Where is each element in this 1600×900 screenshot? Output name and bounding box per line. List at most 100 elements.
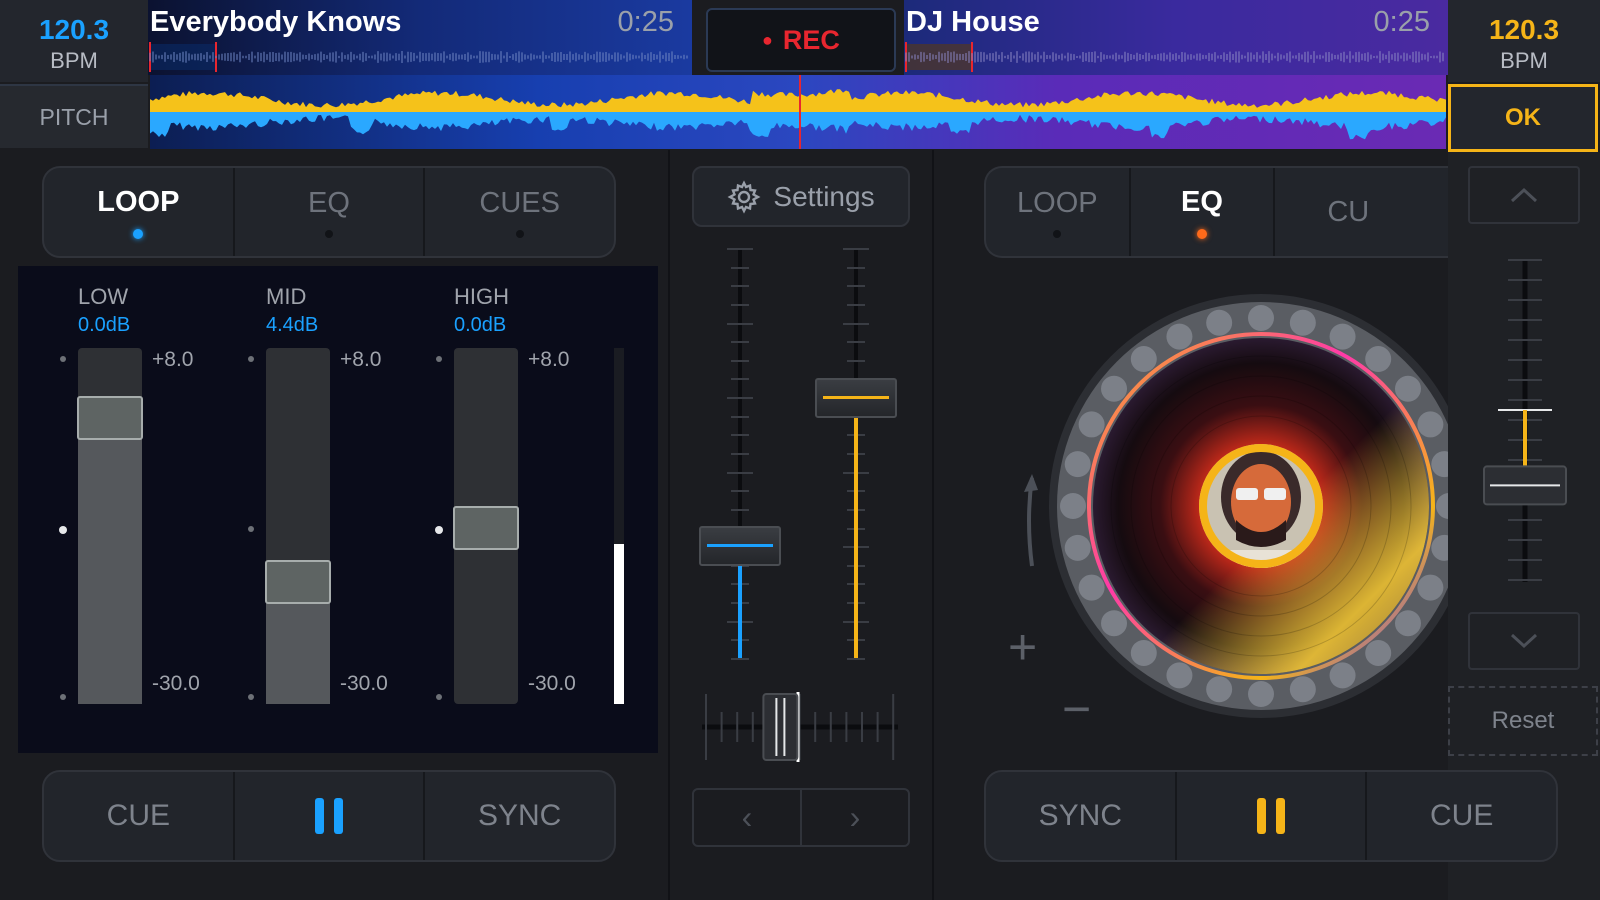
- fader-tick: [731, 303, 749, 306]
- left-tab-cues[interactable]: CUES: [425, 168, 614, 256]
- eq-high-value: 0.0dB: [454, 314, 507, 336]
- right-track-title: DJ House: [906, 6, 1040, 38]
- left-mini-waveform[interactable]: [148, 40, 692, 74]
- pitch-button[interactable]: PITCH: [0, 84, 148, 148]
- level-meter: [614, 348, 624, 704]
- left-play-pause-button[interactable]: [235, 772, 426, 860]
- right-transport: SYNC CUE: [984, 770, 1558, 862]
- left-bpm-label: BPM: [50, 48, 98, 73]
- eq-low-max: +8.0: [152, 348, 194, 371]
- fader-tick: [731, 359, 749, 362]
- reset-button[interactable]: Reset: [1448, 686, 1598, 756]
- settings-button[interactable]: Settings: [692, 166, 910, 227]
- eq-low: LOW 0.0dB +8.0 -30.0: [38, 266, 208, 753]
- left-fader-cap[interactable]: [699, 525, 781, 566]
- pause-icon: [315, 798, 343, 834]
- fader-tick: [731, 490, 749, 493]
- fader-cap-line: [823, 395, 889, 399]
- fader-tick: [731, 434, 749, 437]
- mixer-prev-button[interactable]: ‹: [694, 790, 802, 845]
- right-play-pause-button[interactable]: [1177, 772, 1368, 860]
- fader-tick: [847, 359, 865, 362]
- left-tab-loop[interactable]: LOOP: [44, 168, 235, 256]
- eq-low-min: -30.0: [152, 672, 200, 695]
- record-button[interactable]: ● REC: [706, 8, 896, 72]
- left-cue-label: CUE: [106, 799, 170, 832]
- right-tab-eq-label: EQ: [1181, 185, 1223, 218]
- right-fader-cap[interactable]: [815, 377, 897, 418]
- eq-mid-value: 4.4dB: [266, 314, 319, 336]
- left-tab-cues-label: CUES: [479, 186, 560, 219]
- left-deck-header: Everybody Knows 0:25: [148, 0, 692, 75]
- mixer-divider-left: [668, 150, 670, 900]
- left-track-time: 0:25: [617, 6, 674, 38]
- ok-button[interactable]: OK: [1448, 84, 1598, 152]
- left-tab-eq-label: EQ: [308, 186, 350, 219]
- record-label: REC: [782, 24, 840, 55]
- fader-tick: [727, 322, 753, 325]
- eq-mid-slider[interactable]: [265, 348, 331, 704]
- eq-high-label: HIGH: [454, 284, 509, 309]
- fader-tick: [847, 341, 865, 344]
- active-indicator-dot: [1197, 228, 1207, 239]
- left-bpm-value: 120.3: [38, 14, 110, 45]
- eq-high-slider[interactable]: [453, 348, 519, 704]
- indicator-dot: [325, 229, 333, 238]
- fader-tick: [727, 471, 753, 474]
- left-tab-eq[interactable]: EQ: [235, 168, 426, 256]
- turntable-platter[interactable]: [1040, 292, 1448, 724]
- pitch-bend-minus-button[interactable]: −: [1062, 684, 1091, 734]
- left-sync-label: SYNC: [478, 799, 562, 832]
- right-tab-eq[interactable]: EQ: [1131, 168, 1276, 256]
- pitch-down-button[interactable]: [1468, 612, 1580, 670]
- fader-tick: [843, 322, 869, 325]
- crossfader[interactable]: [700, 690, 900, 764]
- chevron-down-icon: [1510, 633, 1538, 649]
- eq-high-min: -30.0: [528, 672, 576, 695]
- eq-low-value: 0.0dB: [78, 314, 131, 336]
- left-bpm-display: 120.3 BPM: [0, 0, 148, 82]
- fader-tick: [731, 415, 749, 418]
- right-cue-button[interactable]: CUE: [1367, 772, 1556, 860]
- right-sync-label: SYNC: [1038, 799, 1123, 832]
- eq-high-knob[interactable]: [453, 506, 519, 550]
- pitch-slider[interactable]: [1470, 250, 1580, 590]
- record-dot-icon: ●: [762, 29, 773, 50]
- fader-cap-line: [707, 543, 773, 547]
- fader-tick: [847, 303, 865, 306]
- mixer-next-button[interactable]: ›: [802, 790, 908, 845]
- right-tab-loop[interactable]: LOOP: [986, 168, 1131, 256]
- left-cue-button[interactable]: CUE: [44, 772, 235, 860]
- fader-tick: [727, 397, 753, 400]
- right-deck-header: DJ House 0:25: [904, 0, 1448, 75]
- right-mode-tabs: LOOP EQ CU: [984, 166, 1470, 258]
- right-bpm-value: 120.3: [1488, 14, 1560, 45]
- settings-label: Settings: [773, 180, 875, 212]
- crossfader-cap: [762, 693, 799, 761]
- eq-panel: LOW 0.0dB +8.0 -30.0 MID 4.4dB +8.0 -30.…: [18, 266, 658, 753]
- left-sync-button[interactable]: SYNC: [425, 772, 614, 860]
- fader-tick: [731, 508, 749, 511]
- eq-mid-knob[interactable]: [265, 560, 331, 604]
- right-tab-cues[interactable]: CU: [1275, 168, 1470, 256]
- right-track-time: 0:25: [1373, 6, 1430, 38]
- rotation-arrow-icon: [1024, 474, 1038, 567]
- overview-waveform[interactable]: [150, 75, 1446, 149]
- fader-tick: [847, 658, 865, 660]
- active-indicator-dot: [133, 228, 144, 239]
- eq-high: HIGH 0.0dB +8.0 -30.0: [414, 266, 584, 753]
- level-meter-fill: [614, 543, 624, 704]
- eq-low-slider[interactable]: [77, 348, 143, 704]
- left-transport: CUE SYNC: [42, 770, 616, 862]
- left-tab-loop-label: LOOP: [97, 185, 180, 218]
- fader-tick: [731, 378, 749, 381]
- fader-tick: [727, 248, 753, 250]
- pitch-up-button[interactable]: [1468, 166, 1580, 224]
- right-mini-waveform[interactable]: [904, 40, 1448, 74]
- pitch-bend-plus-button[interactable]: +: [1008, 622, 1037, 672]
- right-tab-cues-label: CU: [1327, 195, 1370, 228]
- eq-low-knob[interactable]: [77, 396, 143, 440]
- overview-waveform-graphic: [150, 75, 1446, 149]
- right-sync-button[interactable]: SYNC: [986, 772, 1177, 860]
- fader-tick: [731, 266, 749, 269]
